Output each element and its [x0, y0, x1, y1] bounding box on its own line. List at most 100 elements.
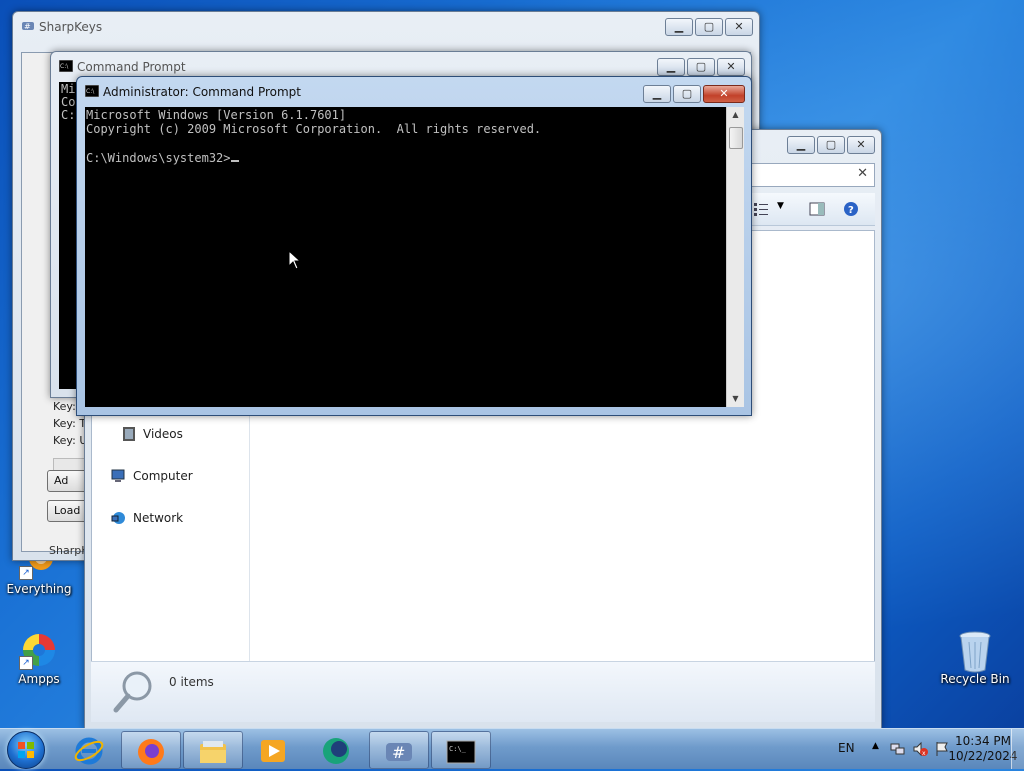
console-prompt-line[interactable]: C:\Windows\system32> — [85, 149, 726, 164]
text-cursor — [230, 151, 239, 162]
videos-icon — [123, 427, 135, 441]
item-count: 0 items — [169, 675, 214, 689]
shortcut-arrow-icon: ↗ — [19, 656, 33, 670]
maximize-icon: ▢ — [695, 60, 707, 73]
taskbar: # C:\_ EN ▲ x 10:34 PM 10/22/2024 — [0, 728, 1024, 769]
show-hidden-icons-icon[interactable]: ▲ — [872, 741, 888, 757]
taskbar-app[interactable] — [307, 731, 365, 767]
system-tray: EN ▲ x 10:34 PM 10/22/2024 — [784, 729, 1024, 769]
desktop-icon-recycle-bin[interactable]: Recycle Bin — [939, 630, 1011, 686]
preview-pane-icon[interactable] — [809, 201, 825, 217]
svg-text:?: ? — [848, 205, 854, 216]
svg-text:x: x — [922, 750, 926, 757]
command-prompt-window[interactable]: C:\ Administrator: Command Prompt ▁ ▢ ✕ … — [76, 76, 752, 416]
window-title: SharpKeys — [39, 20, 103, 34]
nav-item-computer[interactable]: Computer — [111, 469, 193, 483]
list-item[interactable]: Key: U — [53, 432, 87, 449]
console-line — [85, 135, 726, 149]
nav-item-network[interactable]: Network — [111, 511, 184, 525]
sharpkeys-icon: # — [386, 743, 412, 762]
clock-time: 10:34 PM — [955, 734, 1011, 748]
maximize-button[interactable]: ▢ — [673, 85, 701, 103]
show-desktop-button[interactable] — [1011, 729, 1024, 769]
window-title: Command Prompt — [77, 60, 186, 74]
desktop-icon-ampps[interactable]: ↗ Ampps — [3, 630, 75, 686]
nav-label: Videos — [143, 427, 183, 441]
console-output[interactable]: Microsoft Windows [Version 6.1.7601] Copy… — [85, 107, 726, 407]
svg-text:#: # — [24, 22, 31, 31]
svg-text:C:\: C:\ — [60, 63, 69, 70]
caption-buttons: ▁ ▢ ✕ — [641, 85, 745, 103]
chevron-down-icon[interactable]: ▼ — [777, 201, 784, 211]
close-icon: ✕ — [734, 20, 744, 33]
close-icon: ✕ — [719, 87, 729, 100]
maximize-icon: ▢ — [703, 20, 715, 33]
status-text: SharpK — [49, 544, 89, 557]
mouse-pointer-icon — [288, 250, 302, 270]
caption-buttons: ▁ ▢ ✕ — [785, 136, 875, 154]
taskbar-internet-explorer[interactable] — [60, 731, 118, 767]
desktop-icon-label: Everything — [6, 582, 72, 596]
windows-logo-icon — [18, 742, 34, 758]
search-magnifier-icon — [113, 671, 152, 713]
maximize-button[interactable]: ▢ — [687, 58, 715, 76]
close-button[interactable]: ✕ — [725, 18, 753, 36]
maximize-button[interactable]: ▢ — [695, 18, 723, 36]
nav-item-videos[interactable]: Videos — [123, 427, 183, 441]
list-item[interactable]: Key: T — [53, 415, 87, 432]
scroll-thumb[interactable] — [729, 127, 743, 149]
minimize-icon: ▁ — [666, 60, 676, 73]
app-icon — [323, 738, 349, 764]
maximize-icon: ▢ — [681, 87, 693, 100]
taskbar-command-prompt[interactable]: C:\_ — [431, 731, 491, 769]
taskbar-file-explorer[interactable] — [183, 731, 243, 769]
svg-text:C:\_: C:\_ — [449, 745, 467, 753]
minimize-button[interactable]: ▁ — [643, 85, 671, 103]
media-player-icon — [261, 740, 285, 762]
start-button[interactable] — [7, 731, 45, 769]
minimize-icon: ▁ — [652, 87, 662, 100]
svg-text:#: # — [392, 743, 405, 762]
close-button[interactable]: ✕ — [703, 85, 745, 103]
network-status-icon[interactable] — [890, 741, 906, 757]
maximize-button[interactable]: ▢ — [817, 136, 845, 154]
console-prompt: C:\Windows\system32> — [86, 151, 231, 165]
clock-date: 10/22/2024 — [948, 749, 1018, 763]
view-options-icon[interactable] — [753, 201, 769, 217]
taskbar-firefox[interactable] — [121, 731, 181, 769]
nav-label: Network — [133, 511, 184, 525]
taskbar-media-player[interactable] — [244, 731, 302, 767]
close-button[interactable]: ✕ — [847, 136, 875, 154]
caption-buttons: ▁ ▢ ✕ — [655, 58, 745, 76]
clear-search-icon[interactable]: ✕ — [857, 166, 868, 181]
shortcut-arrow-icon: ↗ — [19, 566, 33, 580]
help-icon[interactable]: ? — [843, 201, 859, 217]
minimize-button[interactable]: ▁ — [665, 18, 693, 36]
vertical-scrollbar[interactable]: ▲ ▼ — [726, 107, 744, 407]
computer-icon — [111, 469, 125, 482]
close-icon: ✕ — [726, 60, 736, 73]
desktop-icon-label: Ampps — [18, 672, 60, 686]
close-button[interactable]: ✕ — [717, 58, 745, 76]
close-icon: ✕ — [856, 138, 866, 151]
language-indicator[interactable]: EN — [838, 741, 855, 755]
internet-explorer-icon — [74, 737, 104, 765]
minimize-button[interactable]: ▁ — [787, 136, 815, 154]
scroll-up-icon[interactable]: ▲ — [727, 107, 744, 123]
console-line: Microsoft Windows [Version 6.1.7601] — [86, 108, 347, 122]
console-text: Mi Co C: — [61, 83, 75, 122]
taskbar-sharpkeys[interactable]: # — [369, 731, 429, 769]
minimize-icon: ▁ — [674, 20, 684, 33]
svg-text:C:\: C:\ — [86, 88, 95, 95]
network-icon — [111, 512, 125, 524]
nav-label: Computer — [133, 469, 193, 483]
minimize-icon: ▁ — [796, 138, 806, 151]
firefox-icon — [138, 739, 164, 765]
scroll-down-icon[interactable]: ▼ — [727, 391, 744, 407]
window-title: Administrator: Command Prompt — [103, 85, 301, 99]
maximize-icon: ▢ — [825, 138, 837, 151]
minimize-button[interactable]: ▁ — [657, 58, 685, 76]
clock[interactable]: 10:34 PM 10/22/2024 — [948, 734, 1018, 764]
volume-muted-icon[interactable]: x — [912, 741, 928, 757]
ampps-icon: ↗ — [19, 630, 59, 670]
